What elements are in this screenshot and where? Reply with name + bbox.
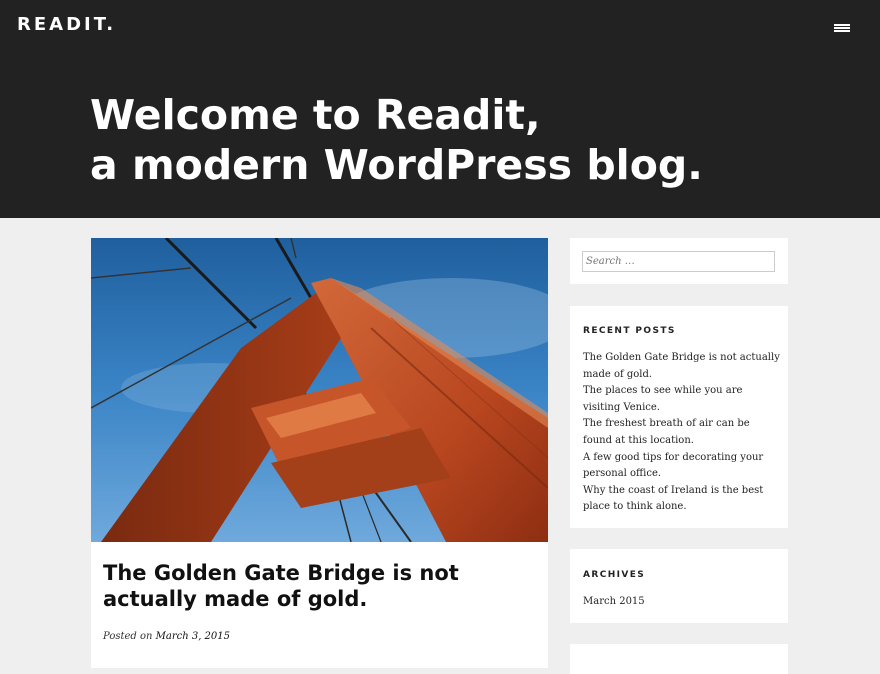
post-date-link[interactable]: March 3, 2015 — [156, 631, 230, 642]
recent-post-item[interactable]: Why the coast of Ireland is the best pla… — [583, 483, 781, 516]
archives-widget: ARCHIVES March 2015 — [570, 549, 788, 623]
recent-post-link[interactable]: A few good tips for decorating your pers… — [583, 452, 763, 480]
recent-post-item[interactable]: The places to see while you are visiting… — [583, 383, 781, 416]
recent-post-item[interactable]: The Golden Gate Bridge is not actually m… — [583, 350, 781, 383]
sidebar-widget — [570, 644, 788, 674]
post-card: The Golden Gate Bridge is not actually m… — [91, 238, 548, 668]
archive-item[interactable]: March 2015 — [583, 596, 645, 607]
posted-on-label: Posted on — [103, 631, 153, 642]
recent-post-link[interactable]: The Golden Gate Bridge is not actually m… — [583, 352, 780, 380]
post-title[interactable]: The Golden Gate Bridge is not actually m… — [103, 560, 523, 612]
archive-link[interactable]: March 2015 — [583, 596, 645, 607]
search-input[interactable] — [582, 251, 775, 272]
hamburger-menu-icon[interactable] — [830, 20, 852, 36]
archives-title: ARCHIVES — [583, 570, 646, 580]
recent-posts-list: The Golden Gate Bridge is not actually m… — [583, 350, 781, 516]
hero-heading: Welcome to Readit, a modern WordPress bl… — [90, 90, 850, 190]
post-featured-image[interactable] — [91, 238, 548, 542]
post-meta: Posted on March 3, 2015 — [103, 631, 230, 642]
search-widget — [570, 238, 788, 284]
recent-post-link[interactable]: The places to see while you are visiting… — [583, 385, 742, 413]
post-title-link[interactable]: The Golden Gate Bridge is not actually m… — [103, 561, 459, 611]
recent-post-item[interactable]: A few good tips for decorating your pers… — [583, 450, 781, 483]
site-logo[interactable]: READIT. — [17, 14, 116, 35]
site-header: READIT. Welcome to Readit, a modern Word… — [0, 0, 880, 218]
recent-post-link[interactable]: Why the coast of Ireland is the best pla… — [583, 485, 763, 513]
hero-line-2: a modern WordPress blog. — [90, 141, 703, 189]
recent-post-item[interactable]: The freshest breath of air can be found … — [583, 416, 781, 449]
archives-list: March 2015 — [583, 596, 645, 607]
recent-posts-title: RECENT POSTS — [583, 326, 676, 336]
recent-posts-widget: RECENT POSTS The Golden Gate Bridge is n… — [570, 306, 788, 528]
hero-line-1: Welcome to Readit, — [90, 91, 541, 139]
recent-post-link[interactable]: The freshest breath of air can be found … — [583, 418, 750, 446]
